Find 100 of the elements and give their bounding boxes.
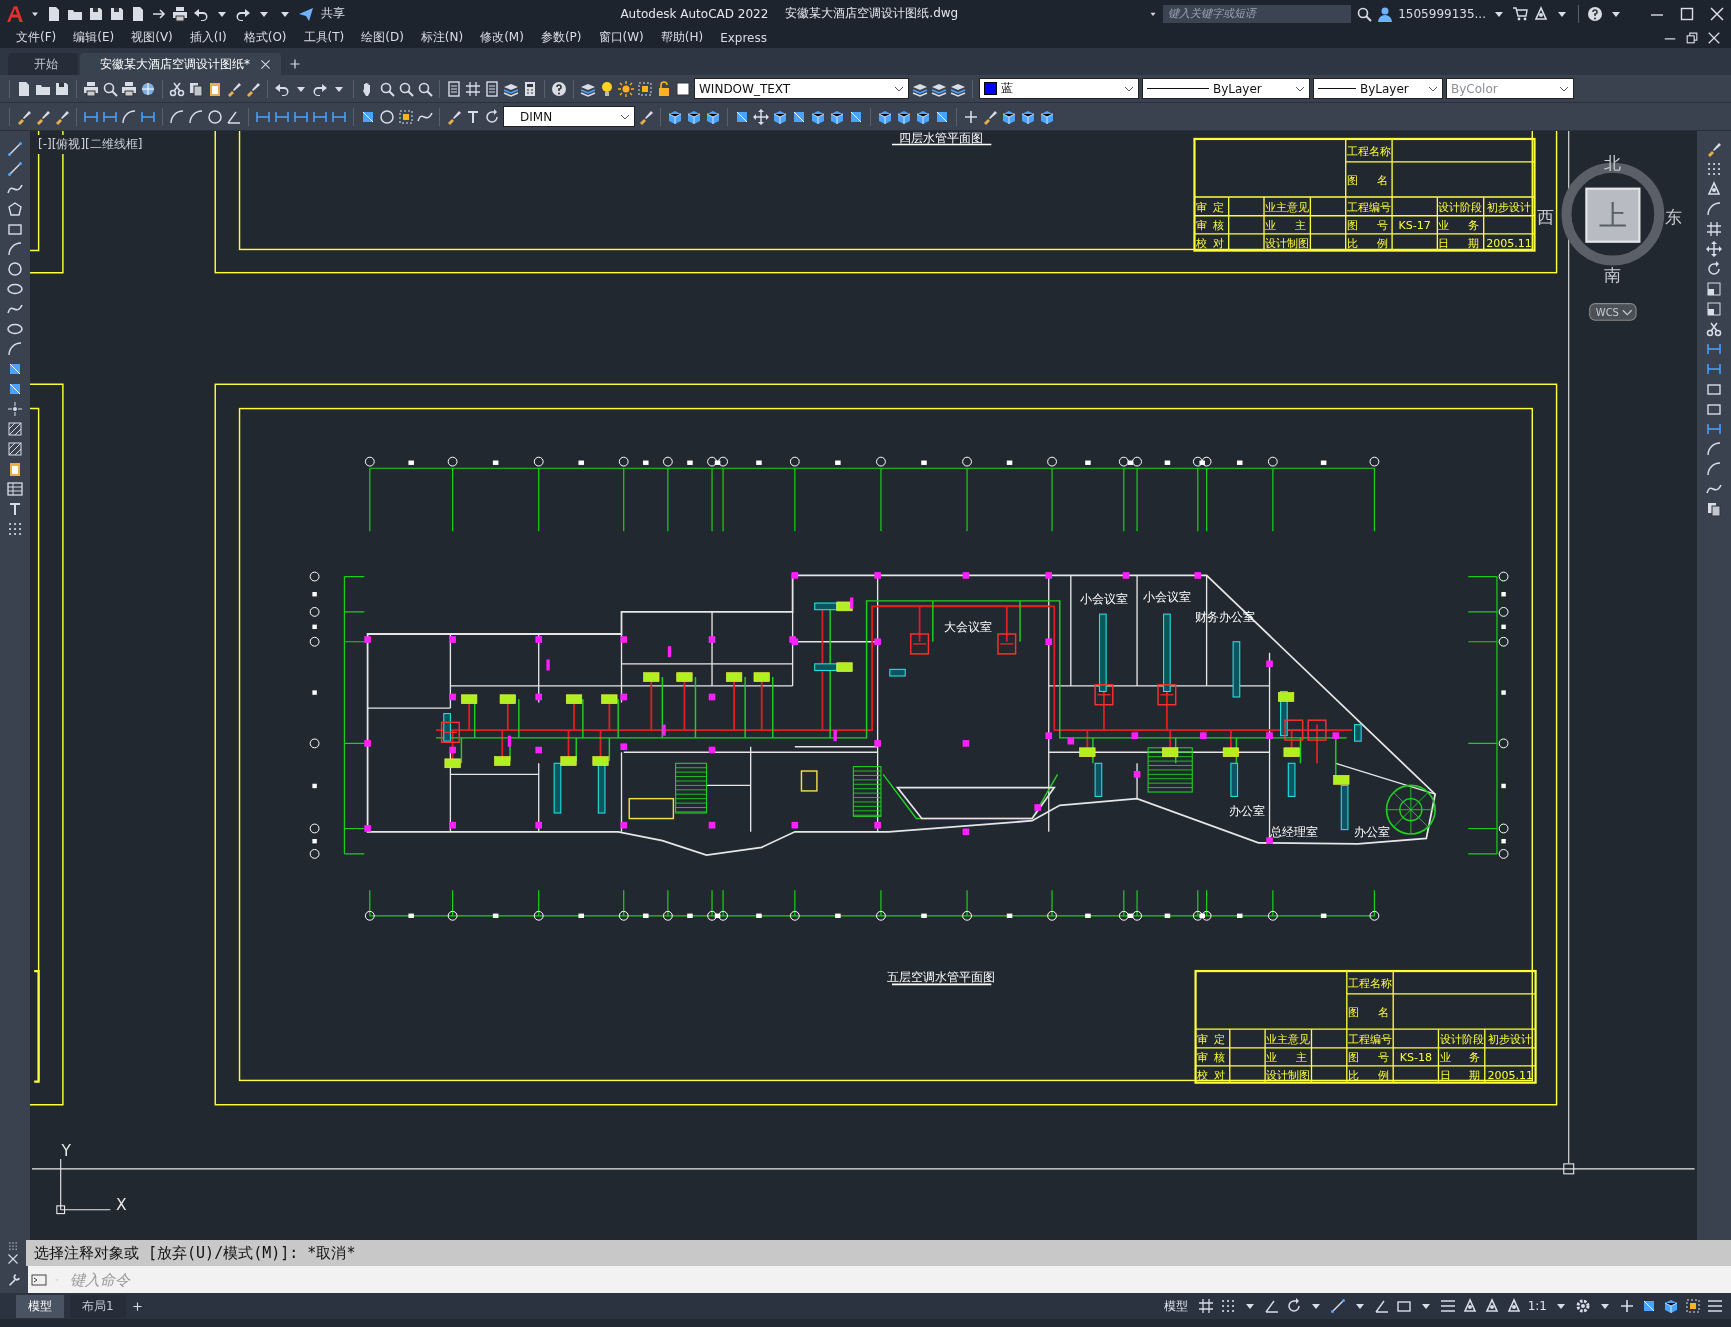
rotate-icon[interactable] xyxy=(484,108,500,125)
sun-icon[interactable] xyxy=(618,80,634,97)
logo-icon[interactable] xyxy=(6,4,24,23)
globe-icon[interactable] xyxy=(140,80,156,97)
user-name[interactable]: 1505999135... xyxy=(1398,6,1486,21)
search-field[interactable]: 键入关键字或短语 xyxy=(1163,4,1352,23)
hatch-icon[interactable] xyxy=(7,421,23,437)
arc-icon[interactable] xyxy=(121,108,137,125)
circle-icon[interactable] xyxy=(207,108,223,125)
angle-icon[interactable] xyxy=(1263,1298,1280,1314)
brush-icon[interactable] xyxy=(1706,141,1722,157)
scissors-icon[interactable] xyxy=(1706,321,1722,337)
maximize-icon[interactable] xyxy=(1679,5,1695,22)
cube-icon[interactable] xyxy=(877,108,893,125)
rotate-icon[interactable] xyxy=(1285,1298,1302,1314)
zoom-icon[interactable] xyxy=(1356,5,1373,22)
help-icon[interactable] xyxy=(551,80,567,97)
menu-item[interactable]: 格式(O) xyxy=(237,29,298,46)
copy-icon[interactable] xyxy=(188,80,204,97)
document-icon[interactable] xyxy=(46,5,62,22)
rectangle-icon[interactable] xyxy=(7,221,23,237)
save-icon[interactable] xyxy=(88,5,104,22)
cube-icon[interactable] xyxy=(915,108,931,125)
dot-grid-icon[interactable] xyxy=(8,1241,18,1251)
move-icon[interactable] xyxy=(1706,241,1722,257)
cube-icon[interactable] xyxy=(810,108,826,125)
cube-icon[interactable] xyxy=(686,108,702,125)
rectangle-icon[interactable] xyxy=(1395,1298,1412,1314)
arc-icon[interactable] xyxy=(1706,461,1722,477)
brush-icon[interactable] xyxy=(982,108,998,125)
block-icon[interactable] xyxy=(7,381,23,397)
copy-icon[interactable] xyxy=(1706,501,1722,517)
layout-tab[interactable]: 布局1 xyxy=(70,1294,126,1318)
menu-item[interactable]: 修改(M) xyxy=(474,29,535,46)
hatch-icon[interactable] xyxy=(7,441,23,457)
user-icon[interactable] xyxy=(1377,5,1394,22)
dot-grid-icon[interactable] xyxy=(7,521,23,537)
menu-item[interactable]: 绘图(D) xyxy=(355,29,415,46)
command-input[interactable]: 键入命令 xyxy=(64,1266,1731,1293)
brush-icon[interactable] xyxy=(638,108,654,125)
block-icon[interactable] xyxy=(7,361,23,377)
plus-icon[interactable] xyxy=(131,1300,143,1312)
close-icon[interactable] xyxy=(7,1253,19,1265)
help-icon[interactable] xyxy=(1587,5,1603,22)
brush-icon[interactable] xyxy=(245,80,261,97)
cube-icon[interactable] xyxy=(1039,108,1055,125)
plus-icon[interactable] xyxy=(289,58,301,70)
plus-icon[interactable] xyxy=(963,108,979,125)
angle-icon[interactable] xyxy=(1373,1298,1390,1314)
viewport-controls-label[interactable]: [-][俯视][二维线框] xyxy=(36,135,145,154)
padlock-icon[interactable] xyxy=(656,80,672,97)
line-icon[interactable] xyxy=(7,141,23,157)
polygon-icon[interactable] xyxy=(7,201,23,217)
restore-icon[interactable] xyxy=(1685,30,1699,45)
menu-icon[interactable] xyxy=(1439,1298,1456,1314)
dimension-style-dropdown[interactable]: DIMN xyxy=(503,106,635,127)
menu-item[interactable]: Express xyxy=(714,30,778,45)
frame-icon[interactable] xyxy=(637,80,653,97)
arc-icon[interactable] xyxy=(1706,201,1722,217)
brush-icon[interactable] xyxy=(226,80,242,97)
circle-icon[interactable] xyxy=(7,261,23,277)
dot-grid-icon[interactable] xyxy=(1219,1298,1236,1314)
viewcube-face[interactable] xyxy=(1585,187,1641,243)
cube-icon[interactable] xyxy=(896,108,912,125)
triangle-nodes-icon[interactable] xyxy=(1483,1298,1500,1314)
triangle-nodes-icon[interactable] xyxy=(1533,5,1549,22)
cube-icon[interactable] xyxy=(772,108,788,125)
line-icon[interactable] xyxy=(1329,1298,1346,1314)
close-icon[interactable] xyxy=(260,58,271,70)
brush-icon[interactable] xyxy=(35,108,51,125)
menu-icon[interactable] xyxy=(1707,1298,1723,1314)
line-icon[interactable] xyxy=(7,161,23,177)
cube-icon[interactable] xyxy=(1001,108,1017,125)
printer-icon[interactable] xyxy=(172,5,188,22)
plus-icon[interactable] xyxy=(1619,1298,1635,1314)
triangle-nodes-icon[interactable] xyxy=(1505,1298,1522,1314)
color-dropdown[interactable]: 蓝 xyxy=(979,78,1139,99)
close-icon[interactable] xyxy=(1709,5,1725,22)
menu-item[interactable]: 编辑(E) xyxy=(67,29,126,46)
zoom-icon[interactable] xyxy=(398,80,414,97)
calculator-icon[interactable] xyxy=(522,80,538,97)
paper-plane-icon[interactable] xyxy=(298,5,314,22)
clipboard-icon[interactable] xyxy=(207,80,223,97)
menu-item[interactable]: 参数(P) xyxy=(534,29,593,46)
checkbox-icon[interactable] xyxy=(675,80,691,97)
file-tab[interactable]: 安徽某大酒店空调设计图纸* xyxy=(80,53,281,75)
block-icon[interactable] xyxy=(1641,1298,1657,1314)
menu-item[interactable]: 文件(F) xyxy=(10,29,68,46)
menu-item[interactable]: 帮助(H) xyxy=(654,29,715,46)
zoom-icon[interactable] xyxy=(379,80,395,97)
brush-icon[interactable] xyxy=(446,108,462,125)
text-icon[interactable] xyxy=(7,501,23,517)
printer-icon[interactable] xyxy=(121,80,137,97)
save-icon[interactable] xyxy=(54,80,70,97)
triangle-nodes-icon[interactable] xyxy=(1706,181,1722,197)
text-icon[interactable] xyxy=(465,108,481,125)
frame-icon[interactable] xyxy=(398,108,414,125)
rectangle-icon[interactable] xyxy=(1706,381,1722,397)
rectangle-icon[interactable] xyxy=(1706,401,1722,417)
cube-icon[interactable] xyxy=(1663,1298,1679,1314)
